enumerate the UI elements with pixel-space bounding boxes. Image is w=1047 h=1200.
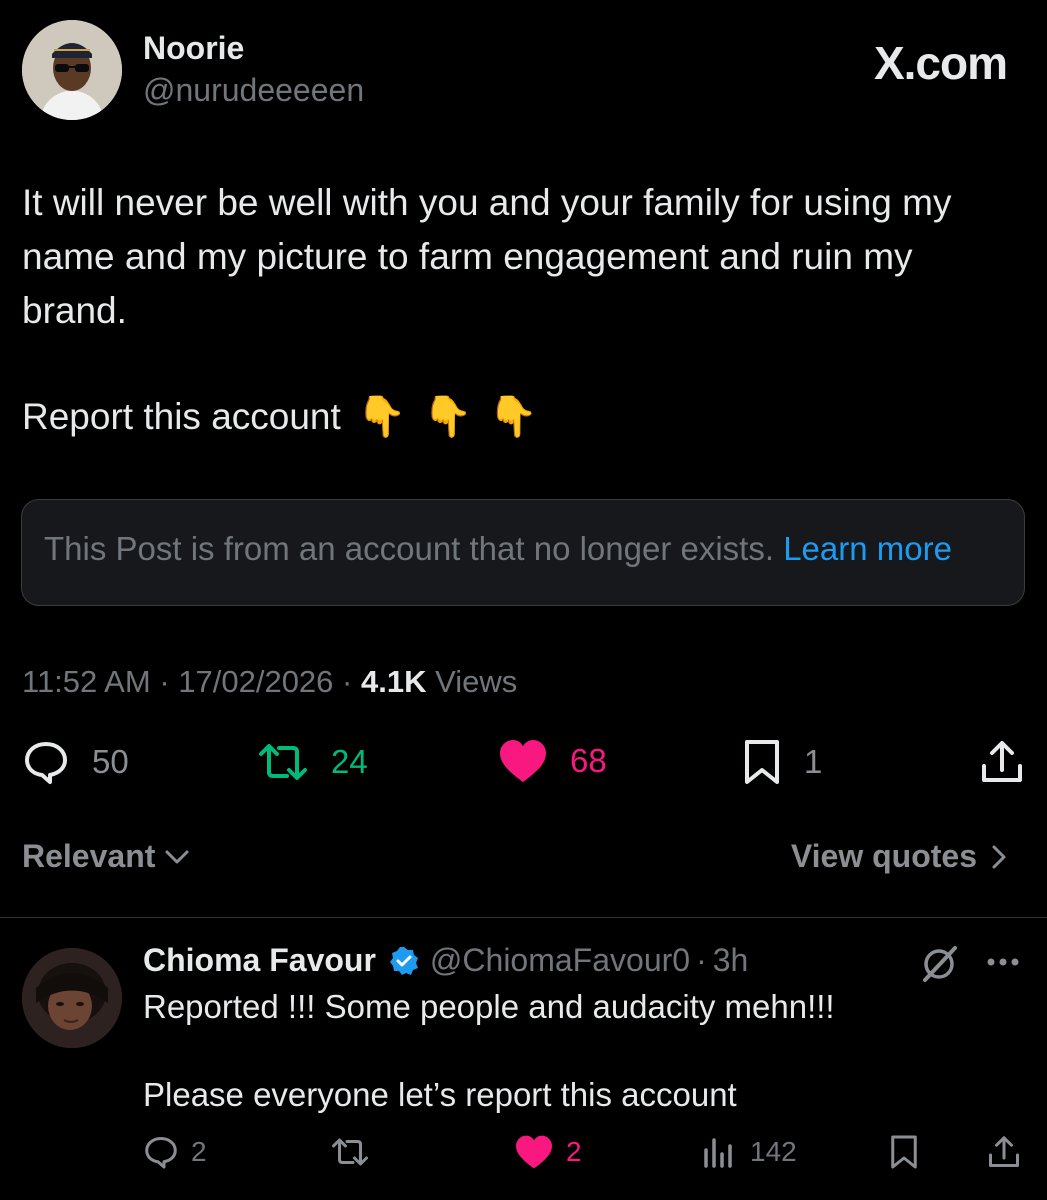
speech-bubble-icon	[25, 742, 67, 784]
reply-text-line1: Reported !!! Some people and audacity me…	[143, 988, 835, 1025]
repost-arrows-icon	[332, 1138, 368, 1166]
repost-button[interactable]: 24	[257, 738, 368, 786]
post-time[interactable]: 11:52 AM	[22, 664, 151, 699]
reply-share-button[interactable]	[986, 1134, 1022, 1170]
meta-separator: ·	[342, 664, 353, 699]
notice-text: This Post is from an account that no lon…	[44, 530, 952, 568]
reply-bookmark-button[interactable]	[888, 1134, 920, 1170]
share-icon	[989, 1136, 1019, 1167]
author-avatar[interactable]	[22, 20, 122, 120]
bar-chart-icon	[704, 1138, 732, 1168]
chevron-down-icon	[165, 850, 189, 863]
reply-header: Chioma Favour @ChiomaFavour0 · 3h	[143, 942, 748, 979]
post-text-report-line: Report this account 👇 👇 👇	[22, 390, 538, 444]
reply-views-count: 142	[750, 1136, 797, 1167]
views-label: Views	[435, 664, 518, 699]
like-button[interactable]: 68	[498, 738, 607, 784]
bookmark-icon	[745, 740, 779, 784]
reply-reply-button[interactable]: 2	[143, 1134, 207, 1170]
report-text: Report this account	[22, 396, 341, 437]
bookmark-button[interactable]: 1	[742, 738, 822, 786]
chevron-right-icon	[992, 845, 1006, 868]
views-count: 4.1K	[361, 664, 427, 699]
divider	[0, 917, 1047, 918]
author-handle[interactable]: @nurudeeeeen	[143, 72, 364, 109]
reply-reply-count: 2	[191, 1136, 207, 1167]
repost-arrows-icon	[259, 744, 307, 780]
like-count: 68	[570, 742, 607, 779]
verified-badge-icon	[389, 946, 418, 975]
reply-count: 50	[92, 743, 129, 780]
share-button[interactable]	[978, 738, 1026, 786]
post-text: It will never be well with you and your …	[22, 182, 952, 331]
unavailable-quote-notice: This Post is from an account that no lon…	[21, 499, 1025, 606]
heart-icon	[500, 740, 546, 782]
more-options-button[interactable]	[983, 940, 1023, 989]
share-icon	[982, 741, 1022, 782]
post-meta: 11:52 AM · 17/02/2026 · 4.1K Views	[22, 664, 517, 700]
ellipsis-icon	[987, 958, 1019, 966]
reply-separator: ·	[696, 942, 707, 978]
reply-text-line2: Please everyone let’s report this accoun…	[143, 1076, 737, 1113]
meta-separator: ·	[159, 664, 170, 699]
post-date[interactable]: 17/02/2026	[178, 664, 333, 699]
pointing-down-emoji: 👇	[422, 395, 473, 439]
reply-like-button[interactable]: 2	[514, 1134, 582, 1170]
heart-icon	[516, 1135, 552, 1169]
learn-more-link[interactable]: Learn more	[783, 530, 952, 567]
sort-dropdown[interactable]: Relevant	[22, 838, 193, 875]
site-label: X.com	[873, 37, 1008, 89]
repost-count: 24	[331, 743, 368, 780]
speech-bubble-icon	[145, 1137, 177, 1169]
bookmark-count: 1	[804, 743, 823, 780]
view-quotes-link[interactable]: View quotes	[791, 838, 1015, 875]
pointing-down-emoji: 👇	[488, 395, 539, 439]
grok-button[interactable]	[919, 944, 959, 989]
reply-age[interactable]: 3h	[713, 942, 749, 979]
sort-label: Relevant	[22, 838, 156, 874]
reply-author-handle[interactable]: @ChiomaFavour0	[430, 942, 690, 979]
reply-repost-button[interactable]	[330, 1134, 370, 1170]
bookmark-icon	[891, 1135, 917, 1169]
view-quotes-label: View quotes	[790, 838, 977, 874]
reply-views-button[interactable]: 142	[702, 1134, 797, 1170]
notice-message: This Post is from an account that no lon…	[44, 530, 775, 567]
reply-button[interactable]: 50	[22, 738, 129, 786]
pointing-down-emoji: 👇	[356, 395, 407, 439]
reply-like-count: 2	[566, 1136, 582, 1167]
reply-author-avatar[interactable]	[22, 948, 122, 1048]
reply-author-name[interactable]: Chioma Favour	[143, 942, 376, 979]
grok-icon	[923, 946, 957, 982]
author-name[interactable]: Noorie	[143, 30, 244, 67]
